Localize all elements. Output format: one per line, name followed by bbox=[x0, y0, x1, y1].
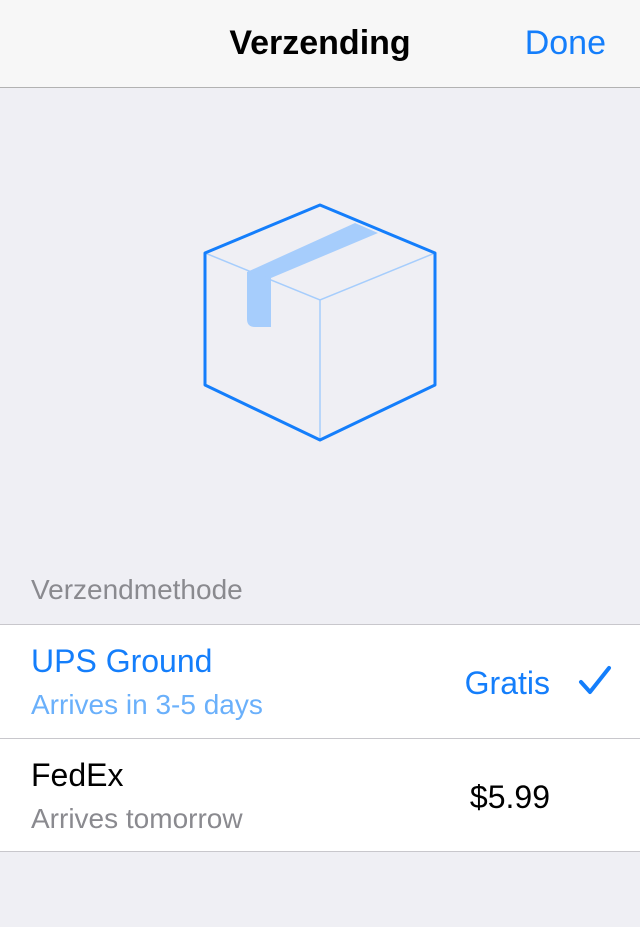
option-price: Gratis bbox=[464, 665, 550, 701]
option-subtitle: Arrives in 3-5 days bbox=[31, 689, 263, 720]
shipping-option-fedex[interactable]: FedEx Arrives tomorrow $5.99 bbox=[0, 738, 640, 851]
shipping-option-ups-ground[interactable]: UPS Ground Arrives in 3-5 days Gratis bbox=[0, 625, 640, 738]
navigation-bar: Verzending Done bbox=[0, 0, 640, 88]
option-subtitle: Arrives tomorrow bbox=[31, 803, 243, 834]
checkmark-icon bbox=[579, 666, 611, 694]
package-box-icon bbox=[190, 195, 450, 455]
shipping-method-list: UPS Ground Arrives in 3-5 days Gratis Fe… bbox=[0, 624, 640, 852]
section-header: Verzendmethode bbox=[31, 574, 243, 605]
option-title: UPS Ground bbox=[31, 643, 213, 679]
done-button[interactable]: Done bbox=[525, 24, 606, 63]
option-price: $5.99 bbox=[469, 779, 550, 815]
option-title: FedEx bbox=[31, 757, 124, 793]
